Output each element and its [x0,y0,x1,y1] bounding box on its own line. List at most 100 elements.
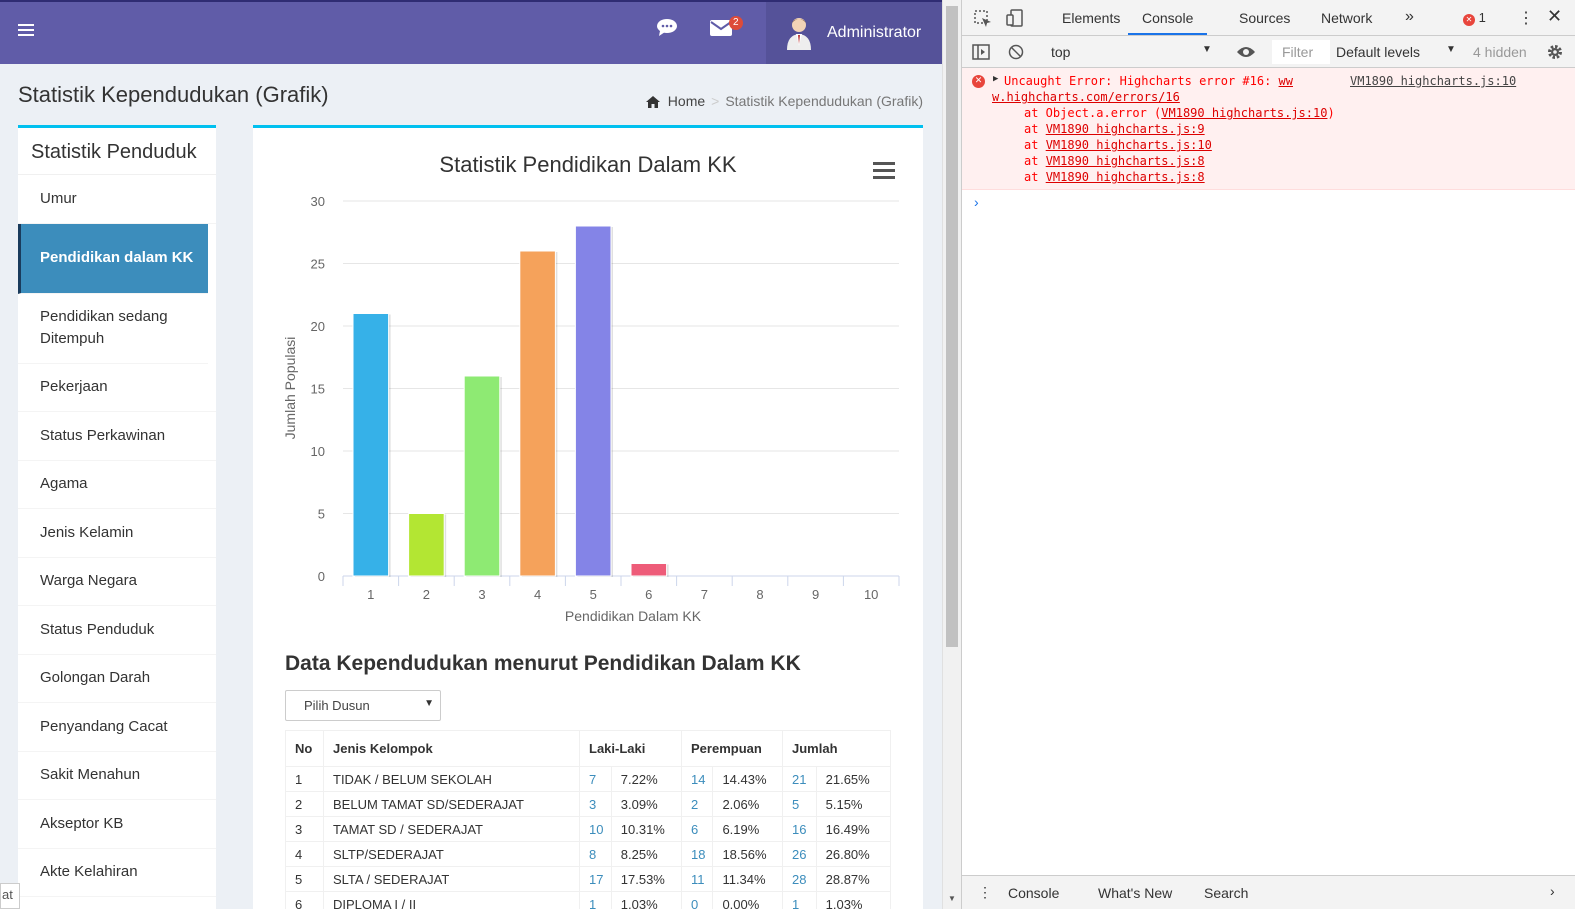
count-link[interactable]: 8 [579,841,612,867]
table-cell: 21.65% [815,766,892,792]
user-name: Administrator [827,24,922,41]
sidebar-item[interactable]: Pendidikan sedang Ditempuh [18,294,208,364]
context-select[interactable]: top ▼ [1042,40,1212,64]
close-devtools-icon[interactable]: ✕ [1547,6,1562,27]
sidebar-item[interactable]: Pekerjaan [18,364,216,412]
bar-3 [463,375,501,577]
count-link[interactable]: 1 [579,891,612,909]
stack-link-3[interactable]: VM1890 highcharts.js:10 [1046,138,1212,152]
sidebar-item[interactable]: Jenis Kelamin [18,509,216,558]
error-source-link[interactable]: VM1890 highcharts.js:10 [1350,74,1516,88]
count-link[interactable]: 18 [680,841,714,867]
sidebar-item[interactable]: Golongan Darah [18,655,216,703]
count-link[interactable]: 0 [680,891,714,909]
sidebar-item[interactable]: Warga Negara [18,558,216,606]
device-toolbar-icon[interactable] [1006,9,1024,30]
stack-text-4: at [1024,154,1046,168]
statistik-sidebar: Statistik Penduduk Umur Pendidikan dalam … [18,125,216,909]
count-link[interactable]: 3 [579,791,612,817]
error-url-link-tail[interactable]: w.highcharts.com/errors/16 [992,90,1180,104]
log-levels-select[interactable]: Default levels ▼ [1336,40,1456,64]
error-line-0: Uncaught Error: Highcharts error #16: ww [1004,74,1293,88]
tab-elements[interactable]: Elements [1062,10,1120,26]
y-tick-label: 20 [311,319,325,334]
page-scrollbar[interactable]: ▼ [942,0,961,909]
drawer-tab-search[interactable]: Search [1204,885,1248,901]
count-link[interactable]: 21 [782,766,817,792]
scrollbar-thumb[interactable] [946,6,958,647]
table-cell: 5.15% [815,791,892,817]
error-count-badge[interactable]: ✕ 1 [1463,10,1486,26]
breadcrumb-home-link[interactable]: Home [668,93,705,109]
count-link[interactable]: 2 [680,791,714,817]
sidebar-item[interactable]: Status Penduduk [18,606,216,655]
sidebar-item[interactable]: Umur [18,175,216,224]
filter-input[interactable]: Filter [1272,40,1330,64]
console-prompt[interactable]: › [974,194,979,210]
drawer-more-icon[interactable]: › [1550,883,1555,899]
table-cell: 1.03% [610,891,683,909]
sidebar-toggle-icon[interactable] [972,44,990,63]
hidden-count: 4 hidden [1473,44,1527,60]
table-cell: BELUM TAMAT SD/SEDERAJAT [323,791,580,817]
app-window: 2 Administrator Statistik Kependudukan (… [0,0,942,909]
inspect-element-icon[interactable] [974,10,992,31]
sidebar-item[interactable]: Sakit Menahun [18,752,216,800]
expand-triangle-icon[interactable]: ▶ [993,74,998,84]
log-levels-value: Default levels [1336,44,1421,60]
col-perempuan: Perempuan [681,730,783,767]
table-row: 6 DIPLOMA I / II 1 1.03% 0 0.00% 1 1.03% [285,891,892,909]
stack-text-5: at [1024,170,1046,184]
count-link[interactable]: 28 [782,866,817,892]
user-menu[interactable]: Administrator [766,2,942,64]
sidebar-title: Statistik Penduduk [18,128,216,175]
count-link[interactable]: 11 [680,866,714,892]
menu-toggle-icon[interactable] [18,24,34,38]
sidebar-item[interactable]: Akte Kelahiran [18,849,216,897]
table-cell: TIDAK / BELUM SEKOLAH [323,766,580,792]
sidebar-item[interactable]: Akseptor KB [18,800,216,849]
tab-sources[interactable]: Sources [1239,10,1290,26]
count-link[interactable]: 7 [579,766,612,792]
count-link[interactable]: 26 [782,841,817,867]
drawer-menu-icon[interactable]: ⋮ [978,884,992,901]
count-link[interactable]: 1 [782,891,817,909]
dusun-select[interactable]: Pilih Dusun ▼ [285,690,441,721]
sidebar-list: Umur Pendidikan dalam KK Pendidikan sedang… [18,175,216,897]
tab-console[interactable]: Console [1128,10,1208,35]
count-link[interactable]: 6 [680,816,714,842]
stack-link-2[interactable]: VM1890 highcharts.js:9 [1046,122,1205,136]
console-settings-gear-icon[interactable] [1546,43,1564,64]
breadcrumb-separator: > [711,93,720,109]
count-link[interactable]: 10 [579,816,612,842]
sidebar-item[interactable]: Agama [18,461,216,509]
data-section-title: Data Kependudukan menurut Pendidikan Dal… [285,652,801,675]
scroll-down-arrow-icon[interactable]: ▼ [948,894,956,903]
tab-network[interactable]: Network [1321,10,1372,26]
count-link[interactable]: 17 [579,866,612,892]
col-laki-laki: Laki-Laki [579,730,682,767]
count-link[interactable]: 14 [680,766,714,792]
table-cell: 18.56% [712,841,783,867]
devtools-menu-icon[interactable]: ⋮ [1518,8,1534,28]
y-tick-label: 30 [311,194,325,209]
chat-icon[interactable] [656,18,678,36]
devtools-drawer: ⋮ Console What's New Search › [962,875,1575,909]
live-expression-eye-icon[interactable] [1236,45,1256,62]
drawer-tab-console[interactable]: Console [1008,885,1059,901]
error-url-link-head[interactable]: ww [1279,74,1293,88]
stack-link-5[interactable]: VM1890 highcharts.js:8 [1046,170,1205,184]
more-tabs-icon[interactable]: » [1405,8,1414,26]
clear-console-icon[interactable] [1008,44,1024,63]
x-tick-label: 3 [478,587,485,602]
stack-link-4[interactable]: VM1890 highcharts.js:8 [1046,154,1205,168]
count-link[interactable]: 16 [782,816,817,842]
count-link[interactable]: 5 [782,791,817,817]
x-tick-label: 8 [756,587,763,602]
sidebar-item[interactable]: Status Perkawinan [18,412,216,461]
stack-link-1[interactable]: VM1890 highcharts.js:10 [1161,106,1327,120]
sidebar-item[interactable]: Penyandang Cacat [18,703,216,752]
chart-context-menu-icon[interactable] [873,162,895,179]
drawer-tab-whats-new[interactable]: What's New [1098,885,1172,901]
sidebar-item[interactable]: Pendidikan dalam KK [18,223,208,294]
